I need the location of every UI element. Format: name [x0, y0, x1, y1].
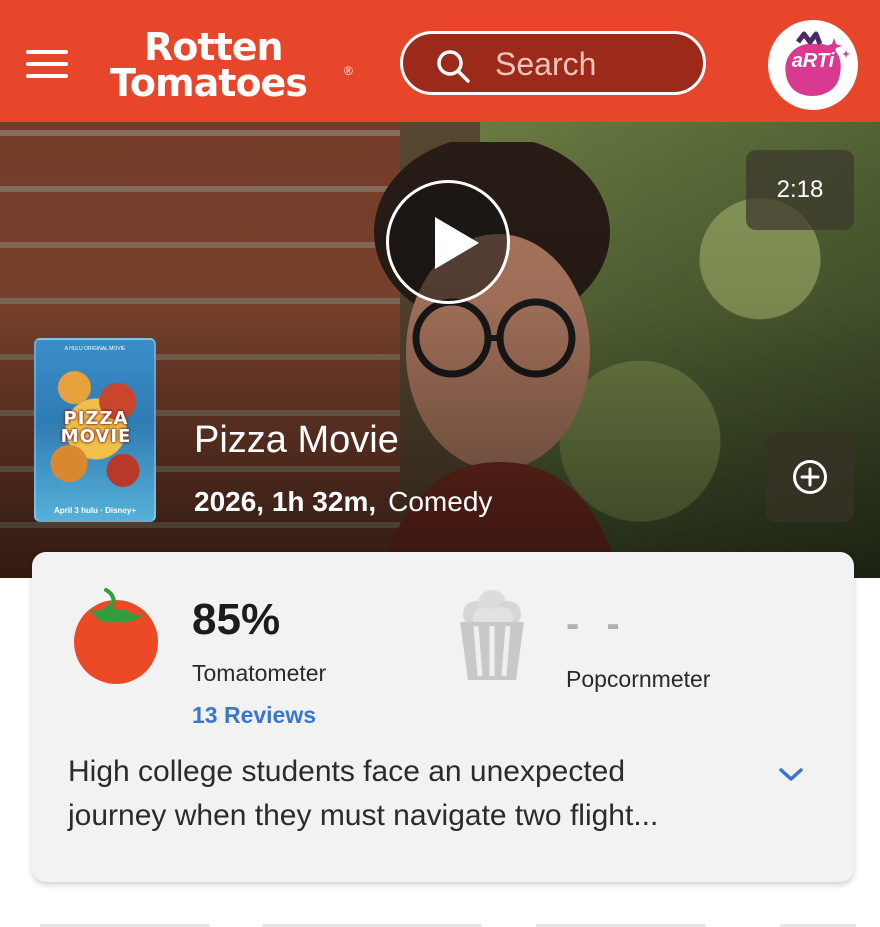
plus-circle-icon — [793, 460, 827, 494]
movie-year-runtime: 2026, 1h 32m, — [194, 486, 377, 517]
logo-line-2: Tomatoes — [110, 61, 308, 105]
movie-genre: Comedy — [388, 486, 493, 517]
play-icon — [435, 217, 479, 269]
poster-bottom-text: April 3 hulu · Disney+ — [53, 506, 136, 515]
popcornmeter-label: Popcornmeter — [566, 666, 711, 692]
search-input[interactable] — [493, 42, 697, 86]
trailer-duration-badge: 2:18 — [746, 150, 854, 230]
avatar-label: aRTi — [791, 50, 835, 72]
score-card: 85% Tomatometer 13 Reviews - - Popcornme… — [32, 552, 854, 882]
synopsis-line-2: journey when they must navigate two flig… — [68, 799, 659, 832]
movie-poster[interactable]: A HULU ORIGINAL MOVIE PIZZA MOVIE April … — [34, 338, 156, 522]
next-section-edge — [0, 918, 880, 927]
avatar[interactable]: aRTi — [768, 20, 858, 110]
tomato-icon — [74, 588, 158, 684]
reviews-count-link[interactable]: 13 Reviews — [192, 702, 316, 729]
add-to-watchlist-button[interactable] — [766, 432, 854, 522]
hamburger-menu-icon[interactable] — [26, 46, 68, 82]
synopsis-line-1: High college students face an unexpected — [68, 755, 626, 788]
play-trailer-button[interactable] — [386, 180, 510, 304]
search-icon[interactable] — [435, 48, 471, 84]
movie-synopsis[interactable]: High college students face an unexpected… — [68, 750, 768, 838]
poster-title: PIZZA MOVIE — [60, 408, 132, 447]
popcornmeter-score: - - — [566, 602, 628, 646]
tomatometer-score: 85% — [192, 595, 281, 644]
tomatometer-label: Tomatometer — [192, 660, 327, 686]
movie-meta: 2026, 1h 32m, Comedy — [194, 484, 492, 520]
movie-title: Pizza Movie — [194, 419, 399, 461]
chevron-down-icon[interactable] — [776, 762, 806, 786]
top-nav-bar: Rotten Tomatoes ® aRTi — [0, 0, 880, 122]
poster-top-text: A HULU ORIGINAL MOVIE — [64, 346, 126, 352]
rotten-tomatoes-logo[interactable]: Rotten Tomatoes ® — [108, 26, 358, 104]
search-bar[interactable] — [400, 31, 706, 95]
logo-registered-mark: ® — [344, 64, 353, 78]
trailer-hero[interactable]: 2:18 A HULU ORIGINAL MOVIE PIZZA MOVIE A… — [0, 122, 880, 578]
popcorn-bucket-icon — [460, 590, 524, 680]
